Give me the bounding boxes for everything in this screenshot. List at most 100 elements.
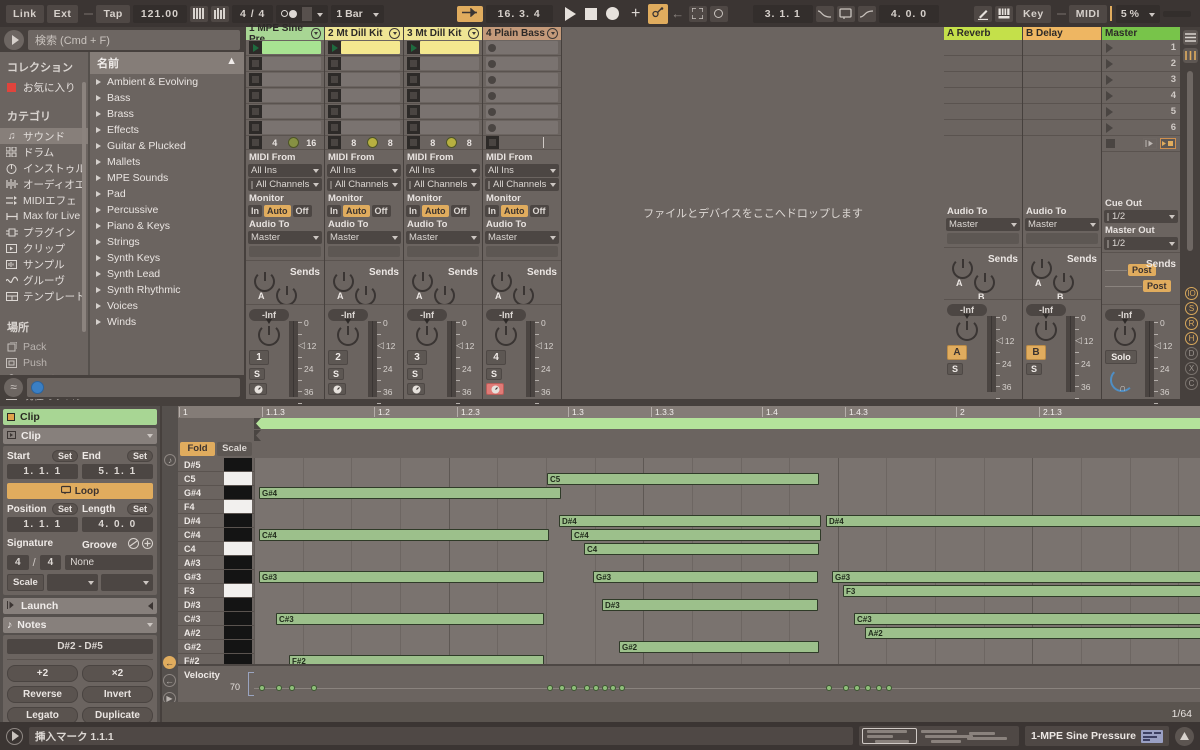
- clip-slot[interactable]: [246, 56, 324, 72]
- piano-key[interactable]: [224, 626, 252, 639]
- midi-note[interactable]: C4: [584, 543, 819, 555]
- audio-to-select[interactable]: Master: [485, 231, 559, 245]
- empty-slot[interactable]: [341, 89, 400, 102]
- empty-slot[interactable]: [262, 89, 321, 102]
- velocity-point[interactable]: [259, 685, 265, 691]
- velocity-point[interactable]: [876, 685, 882, 691]
- launch-quantization-caret[interactable]: [368, 5, 384, 23]
- clip-slot[interactable]: [483, 40, 561, 56]
- empty-slot[interactable]: [420, 57, 479, 70]
- section-toggle-c[interactable]: C: [1185, 377, 1198, 390]
- crossfade-knob[interactable]: [287, 137, 299, 149]
- expand-arrow-icon[interactable]: [96, 255, 101, 261]
- piano-key-row[interactable]: G#3: [178, 570, 254, 584]
- expand-arrow-icon[interactable]: [96, 127, 101, 133]
- clip-slot[interactable]: [404, 56, 482, 72]
- piano-key-row[interactable]: C#4: [178, 528, 254, 542]
- pan-knob[interactable]: [337, 319, 359, 346]
- sidebar-item-drums[interactable]: ドラム: [0, 144, 88, 160]
- audio-to-sub-select[interactable]: [249, 246, 321, 258]
- sidebar-item-max-for-live[interactable]: Max for Live: [0, 208, 88, 224]
- browser-list-item[interactable]: Ambient & Evolving: [90, 74, 244, 90]
- sidebar-item-plugins[interactable]: プラグイン: [0, 224, 88, 240]
- solo-button[interactable]: Solo: [1105, 350, 1137, 364]
- section-toggle-r[interactable]: R: [1185, 317, 1198, 330]
- preview-play-icon[interactable]: [4, 29, 24, 50]
- arrangement-view-icon[interactable]: [1183, 48, 1198, 63]
- empty-slot[interactable]: [262, 73, 321, 86]
- midi-note[interactable]: G#3: [593, 571, 818, 583]
- chevron-down-icon[interactable]: [389, 28, 400, 39]
- clip-slot[interactable]: [325, 40, 403, 56]
- expand-arrow-icon[interactable]: [96, 287, 101, 293]
- pan-knob[interactable]: [956, 314, 978, 341]
- empty-slot[interactable]: [486, 105, 558, 118]
- clip-slot[interactable]: [246, 72, 324, 88]
- velocity-point[interactable]: [826, 685, 832, 691]
- browser-list-item[interactable]: Effects: [90, 122, 244, 138]
- piano-key-row[interactable]: C4: [178, 542, 254, 556]
- empty-slot[interactable]: [420, 89, 479, 102]
- solo-button[interactable]: S: [486, 368, 502, 380]
- expand-arrow-icon[interactable]: [96, 223, 101, 229]
- scene-launch-icon[interactable]: [1106, 58, 1113, 69]
- piano-key[interactable]: [224, 486, 252, 499]
- sidebar-item-sounds[interactable]: ♫ サウンド: [0, 128, 88, 144]
- stop-all-row[interactable]: [1102, 136, 1180, 152]
- section-toggle-d[interactable]: D: [1185, 347, 1198, 360]
- stop-icon[interactable]: [584, 7, 597, 20]
- groove-hot-swap-icon[interactable]: [128, 538, 139, 552]
- midi-channel-select[interactable]: All Channels: [406, 178, 480, 192]
- arm-button[interactable]: [407, 383, 425, 395]
- clip-slot[interactable]: [325, 104, 403, 120]
- scale-root-select[interactable]: [46, 574, 99, 591]
- drop-area[interactable]: ファイルとデバイスをここへドロップします: [562, 27, 944, 399]
- sidebar-item-samples[interactable]: サンプル: [0, 256, 88, 272]
- monitor-auto-button[interactable]: Auto: [343, 205, 370, 218]
- browser-list-item[interactable]: Winds: [90, 314, 244, 330]
- scene-launch-icon[interactable]: [1106, 106, 1113, 117]
- browser-list-item[interactable]: Synth Rhythmic: [90, 282, 244, 298]
- sidebar-item-audio-effects[interactable]: オーディオエ: [0, 176, 88, 192]
- cue-out-select[interactable]: 1/2: [1104, 210, 1178, 223]
- track-title[interactable]: 2 Mt Dill Kit: [325, 27, 403, 40]
- track-1[interactable]: 1 MPE Sine Pre 4 16 MIDI From All Ins All Cha…: [246, 23, 325, 443]
- end-set-button[interactable]: Set: [126, 450, 153, 462]
- browser-list-item[interactable]: Piano & Keys: [90, 218, 244, 234]
- arm-button[interactable]: [328, 383, 346, 395]
- clip-slot[interactable]: [246, 120, 324, 136]
- track-stop-row[interactable]: 88: [404, 136, 482, 151]
- position-set-button[interactable]: Set: [51, 503, 78, 515]
- track-activator-button[interactable]: 3: [407, 350, 427, 365]
- clip[interactable]: [420, 41, 479, 54]
- browser-list-item[interactable]: Guitar & Plucked: [90, 138, 244, 154]
- return-track-B[interactable]: B Delay Audio To Master A B Sends -Inf B S 0 ◁ 12 24…: [1023, 27, 1102, 438]
- section-toggle-io[interactable]: IO: [1185, 287, 1198, 300]
- chevron-left-icon[interactable]: [148, 602, 153, 610]
- piano-key[interactable]: [224, 500, 252, 513]
- piano-key[interactable]: [224, 612, 252, 625]
- audio-to-select[interactable]: Master: [946, 218, 1020, 231]
- computer-keyboard-icon[interactable]: [994, 5, 1013, 22]
- scene-row[interactable]: 1: [1102, 40, 1180, 56]
- track-title[interactable]: 3 Mt Dill Kit: [404, 27, 482, 40]
- audio-to-select[interactable]: Master: [1025, 218, 1099, 231]
- empty-slot[interactable]: [420, 73, 479, 86]
- clip-slot[interactable]: [246, 88, 324, 104]
- midi-note[interactable]: C#4: [259, 529, 549, 541]
- piano-key[interactable]: [224, 598, 252, 611]
- clip-play-button[interactable]: [407, 41, 420, 54]
- track-activator-button[interactable]: 4: [486, 350, 506, 365]
- velocity-editor[interactable]: Velocity 70: [178, 664, 1200, 700]
- velocity-point[interactable]: [843, 685, 849, 691]
- nudge-icon[interactable]: [210, 5, 229, 22]
- scene-row[interactable]: 3: [1102, 72, 1180, 88]
- piano-key-row[interactable]: F3: [178, 584, 254, 598]
- browser-list-item[interactable]: Brass: [90, 106, 244, 122]
- note-grid[interactable]: C5 G#4 D#4 D#4 C#4 C#4 C4 G#3 G#3 G#3 F3 D#3 C#3 C#3 A…: [254, 458, 1200, 682]
- section-toggle-x[interactable]: X: [1185, 362, 1198, 375]
- record-session-icon[interactable]: [1160, 138, 1176, 149]
- send-a-knob[interactable]: [333, 271, 354, 293]
- return-track-A[interactable]: A Reverb Audio To Master A B Sends -Inf A S 0 ◁ 12 2…: [944, 27, 1023, 438]
- track-stop-button[interactable]: [486, 136, 499, 150]
